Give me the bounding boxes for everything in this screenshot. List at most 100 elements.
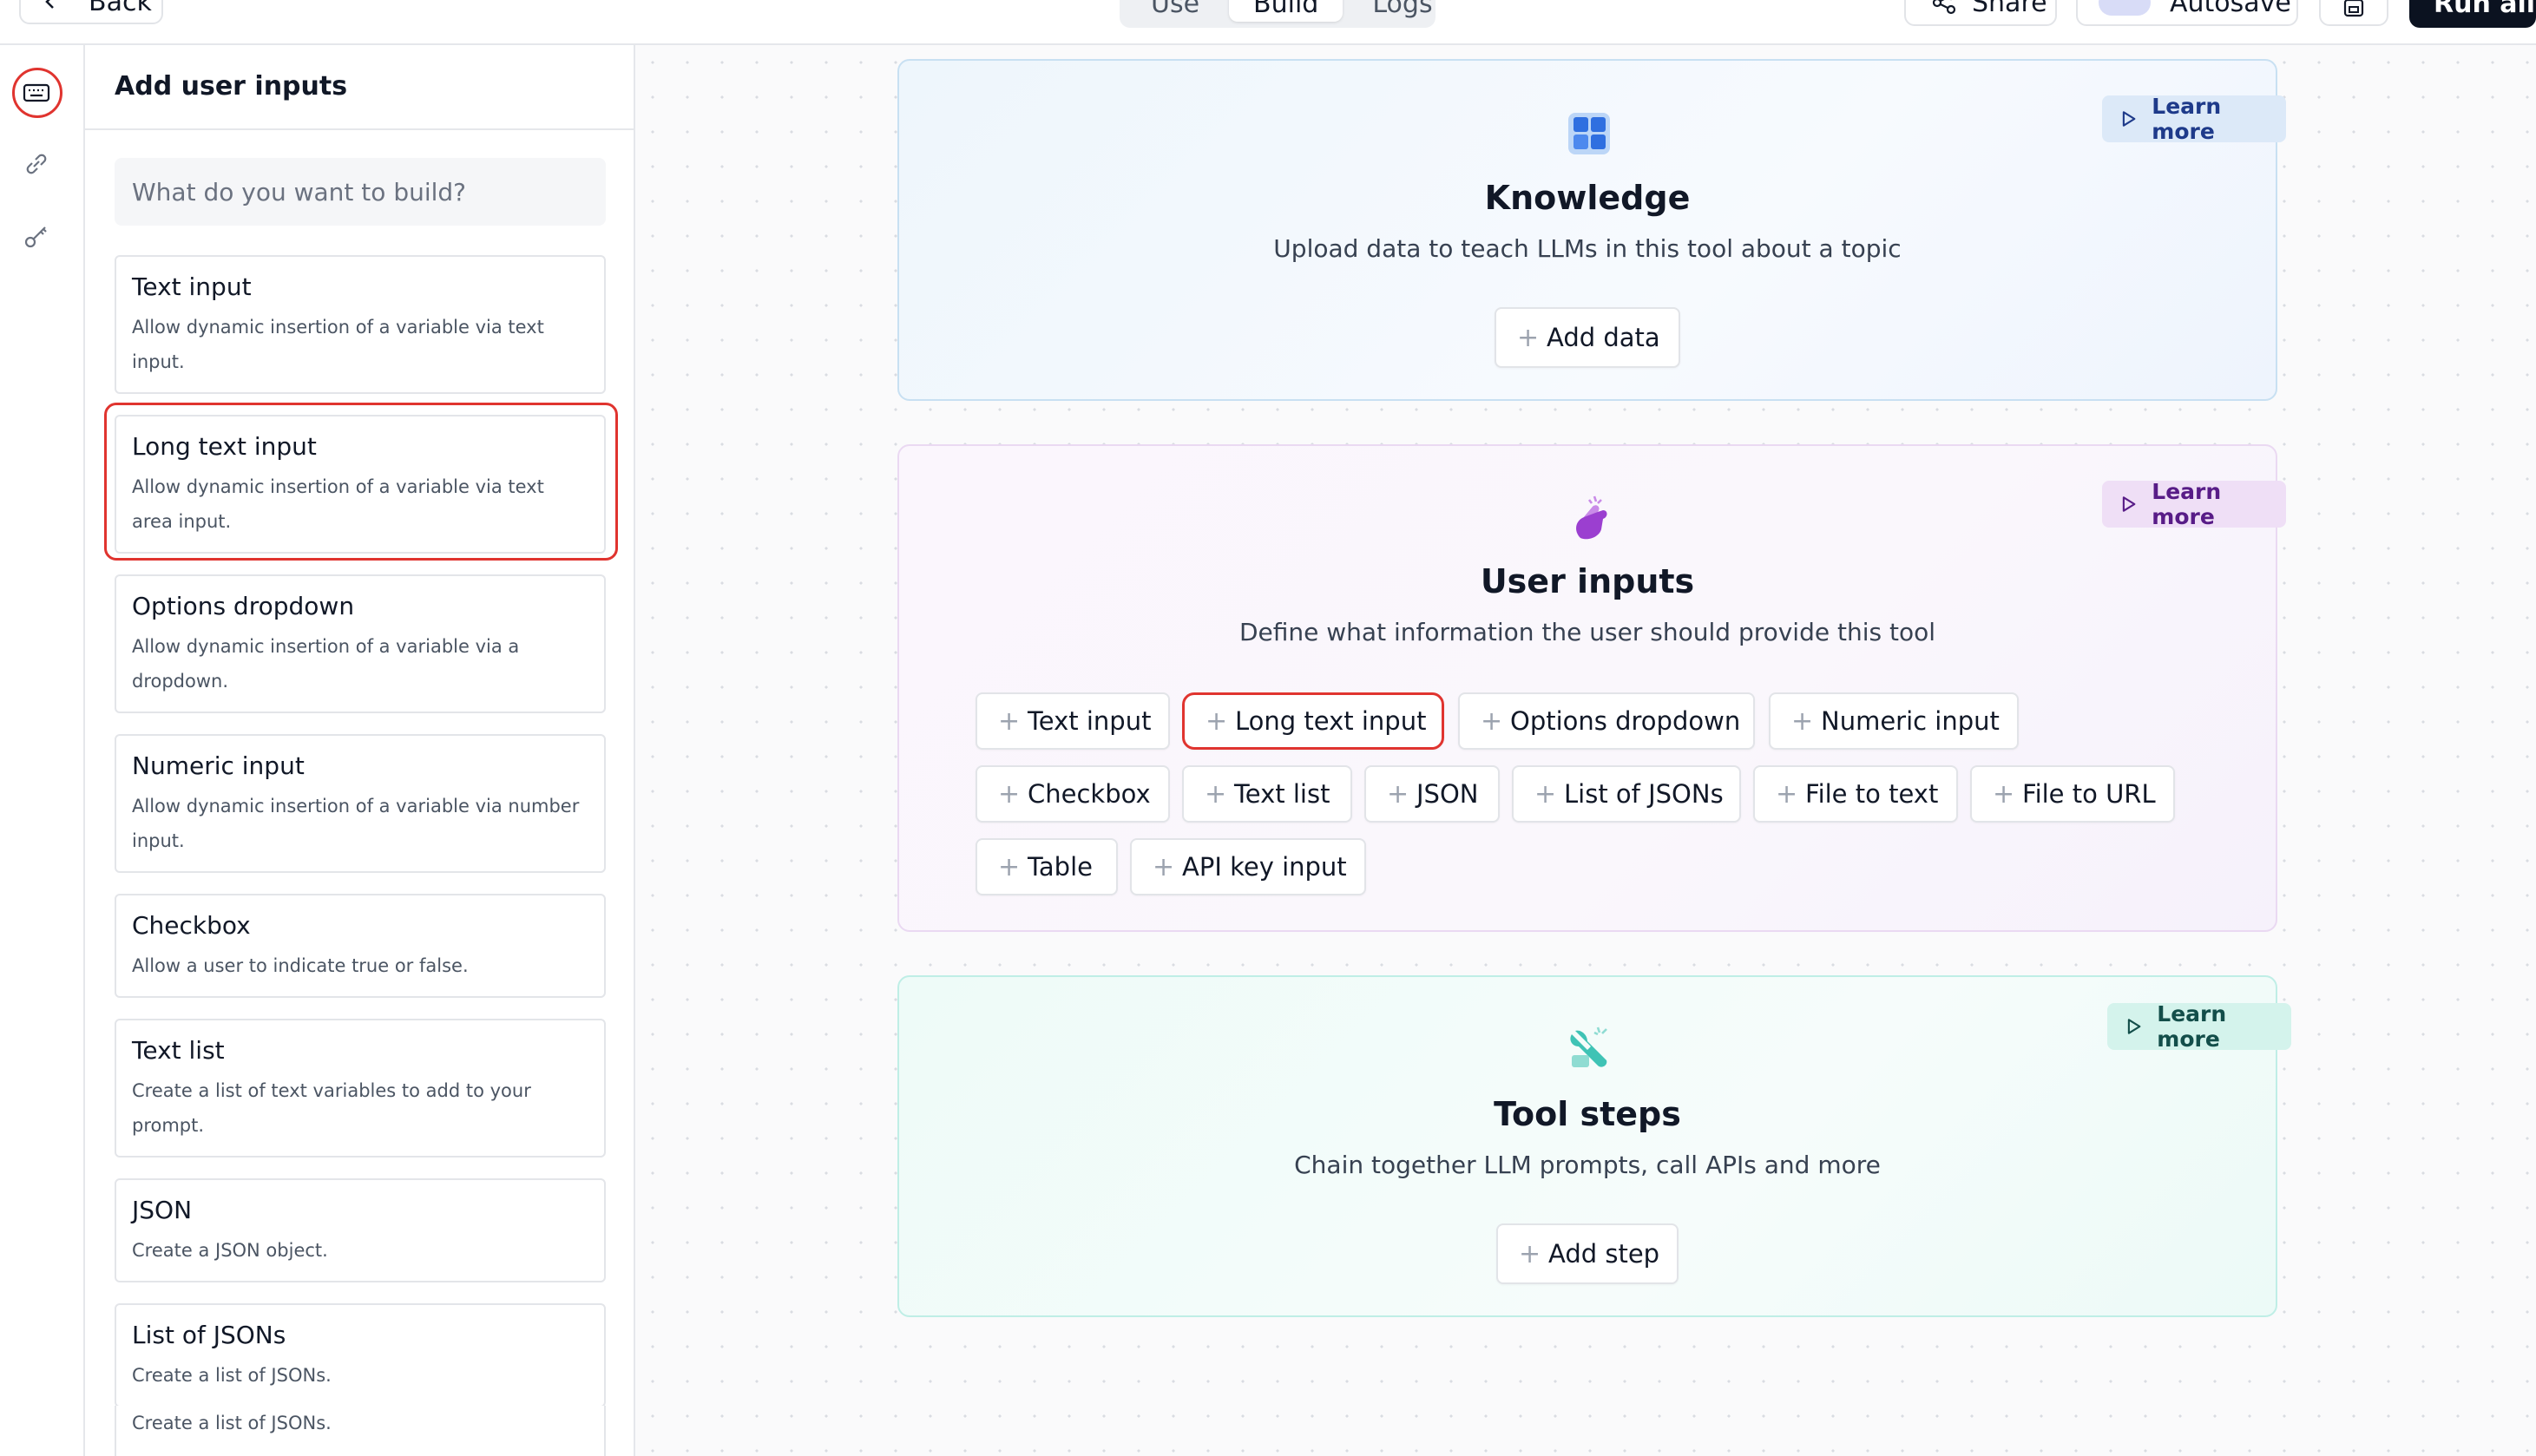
play-icon (2122, 111, 2136, 127)
plus-icon: + (1387, 778, 1409, 810)
chevron-left-icon (45, 0, 54, 9)
knowledge-icon (1568, 113, 1610, 154)
add-table-button[interactable]: + Table (976, 838, 1118, 895)
learn-more-label: Learn more (2157, 1001, 2227, 1052)
item-title: Numeric input (132, 751, 305, 780)
run-all-button[interactable]: Run all (2409, 0, 2536, 28)
add-numeric-input-button[interactable]: + Numeric input (1769, 692, 2019, 750)
share-icon (1932, 0, 1956, 15)
icon-rail (0, 45, 85, 1456)
pill-label: File to URL (2022, 779, 2156, 809)
back-label: Back (89, 0, 152, 17)
add-text-input-button[interactable]: + Text input (976, 692, 1170, 750)
add-long-text-input-button[interactable]: + Long text input (1182, 692, 1444, 750)
knowledge-learn-more-button[interactable]: Learn more (2102, 94, 2286, 144)
item-title: Text input (132, 272, 252, 301)
plus-icon: + (998, 851, 1021, 882)
tool-steps-learn-more-button[interactable]: Learn more (2107, 1001, 2291, 1052)
panel-title: Add user inputs (115, 71, 348, 102)
plus-icon: + (1534, 778, 1557, 810)
autosave-toggle[interactable]: Autosave (2076, 0, 2298, 26)
plus-icon: + (1481, 705, 1503, 737)
search-input[interactable] (115, 158, 606, 226)
pill-label: List of JSONs (1564, 779, 1724, 809)
pointer-hand-icon (1576, 495, 1607, 540)
panel-divider (85, 128, 634, 130)
add-options-dropdown-button[interactable]: + Options dropdown (1458, 692, 1755, 750)
item-title: Options dropdown (132, 592, 355, 620)
plus-icon: + (1993, 778, 2015, 810)
panel-item-json[interactable]: JSON Create a JSON object. (115, 1178, 606, 1282)
save-icon (2343, 0, 2364, 17)
top-bar: Back Use Build Logs Share Autosave Run a… (0, 0, 2536, 45)
keyboard-icon[interactable] (19, 75, 54, 110)
learn-more-label: Learn more (2152, 479, 2222, 529)
plus-icon: + (1206, 705, 1228, 737)
plus-icon: + (1205, 778, 1227, 810)
tab-logs[interactable]: Logs (1348, 0, 1456, 22)
user-inputs-learn-more-button[interactable]: Learn more (2102, 479, 2286, 529)
item-description: Allow dynamic insertion of a variable vi… (132, 636, 520, 692)
add-list-of-jsons-button[interactable]: + List of JSONs (1512, 765, 1741, 823)
add-file-to-text-button[interactable]: + File to text (1753, 765, 1958, 823)
knowledge-card: Knowledge Upload data to teach LLMs in t… (897, 59, 2286, 401)
knowledge-title: Knowledge (1484, 179, 1691, 217)
user-inputs-subtitle: Define what information the user should … (1238, 618, 1936, 646)
add-data-button[interactable]: + Add data (1495, 307, 1680, 368)
item-description: Allow a user to indicate true or false. (132, 955, 469, 976)
panel-item-numeric-input[interactable]: Numeric input Allow dynamic insertion of… (115, 734, 606, 873)
add-api-key-input-button[interactable]: + API key input (1130, 838, 1366, 895)
pill-label: Checkbox (1028, 779, 1151, 809)
back-button[interactable]: Back (19, 0, 163, 24)
item-title: JSON (132, 1196, 193, 1224)
pill-label: Table (1028, 852, 1093, 882)
wrench-icon (1570, 1026, 1607, 1067)
pill-label: Long text input (1235, 706, 1427, 736)
play-icon (2122, 496, 2136, 512)
item-description: Create a JSON object. (132, 1240, 328, 1261)
autosave-label: Autosave (2170, 0, 2291, 18)
item-title: Long text input (132, 432, 317, 461)
add-text-list-button[interactable]: + Text list (1182, 765, 1352, 823)
knowledge-subtitle: Upload data to teach LLMs in this tool a… (1273, 234, 1902, 263)
item-title: List of JSONs (132, 1321, 286, 1349)
link-icon[interactable] (19, 147, 54, 181)
key-icon[interactable] (19, 219, 54, 253)
panel-item-text-list[interactable]: Text list Create a list of text variable… (115, 1019, 606, 1158)
item-description: Create a list of JSONs. (132, 1413, 332, 1433)
panel-item-list-of-jsons[interactable]: List of JSONs Create a list of JSONs. (115, 1303, 606, 1407)
add-checkbox-button[interactable]: + Checkbox (976, 765, 1170, 823)
add-json-button[interactable]: + JSON (1364, 765, 1500, 823)
add-file-to-url-button[interactable]: + File to URL (1970, 765, 2175, 823)
build-canvas: Knowledge Upload data to teach LLMs in t… (635, 45, 2536, 1456)
item-description: Allow dynamic insertion of a variable vi… (132, 796, 580, 851)
tool-steps-title: Tool steps (1494, 1095, 1681, 1133)
pill-label: Text list (1234, 779, 1330, 809)
toggle-switch[interactable] (2099, 0, 2151, 16)
tab-use[interactable]: Use (1127, 0, 1224, 22)
pill-label: JSON (1416, 779, 1479, 809)
plus-icon: + (1519, 1238, 1541, 1269)
plus-icon: + (1791, 705, 1814, 737)
panel-item-checkbox[interactable]: Checkbox Allow a user to indicate true o… (115, 894, 606, 998)
add-step-button[interactable]: + Add step (1496, 1223, 1679, 1284)
panel-item-long-text-input[interactable]: Long text input Allow dynamic insertion … (115, 415, 606, 554)
play-icon (2127, 1019, 2141, 1034)
plus-icon: + (1776, 778, 1798, 810)
save-button[interactable] (2319, 0, 2388, 26)
tab-build[interactable]: Build (1229, 0, 1344, 22)
add-data-label: Add data (1547, 323, 1660, 352)
panel-item-text-input[interactable]: Text input Allow dynamic insertion of a … (115, 255, 606, 394)
user-inputs-card: User inputs Define what information the … (897, 444, 2286, 932)
pill-label: Numeric input (1821, 706, 2000, 736)
item-title: Checkbox (132, 911, 251, 940)
tool-steps-subtitle: Chain together LLM prompts, call APIs an… (1294, 1151, 1881, 1179)
pill-label: File to text (1805, 779, 1939, 809)
plus-icon: + (1153, 851, 1175, 882)
share-button[interactable]: Share (1904, 0, 2057, 26)
tool-steps-card: Tool steps Chain together LLM prompts, c… (897, 975, 2291, 1317)
item-title: Text list (132, 1036, 225, 1065)
panel-item-options-dropdown[interactable]: Options dropdown Allow dynamic insertion… (115, 574, 606, 713)
pill-label: Options dropdown (1510, 706, 1741, 736)
panel-item-ghost: Create a list of JSONs. (115, 1406, 606, 1456)
